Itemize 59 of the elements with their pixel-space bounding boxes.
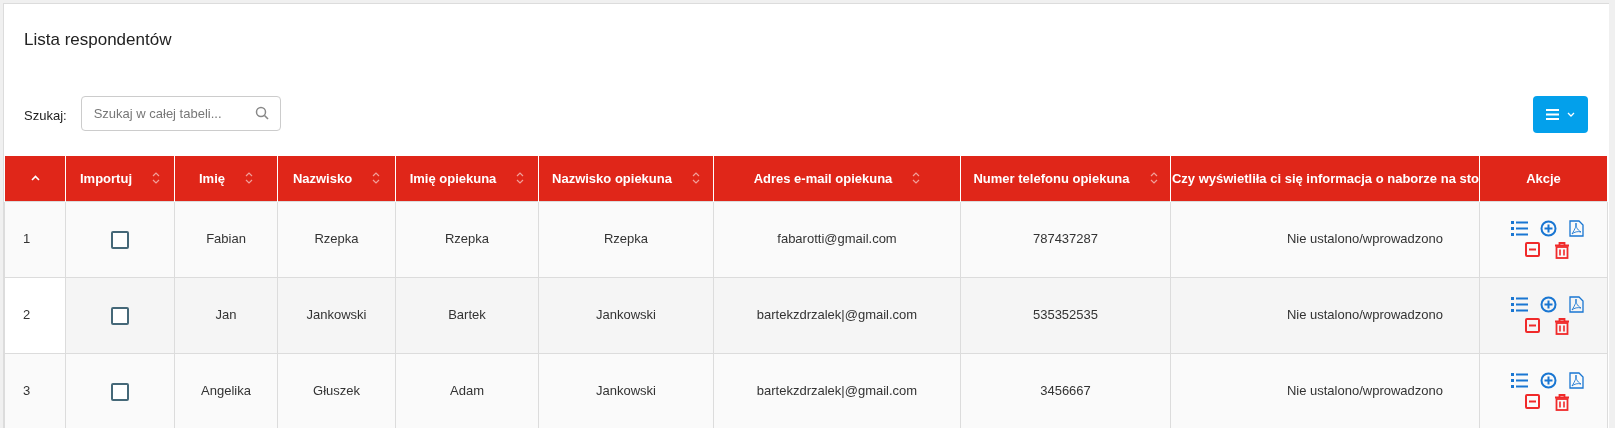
table-cell: Nie ustalono/wprowadzono	[1170, 353, 1480, 428]
table-cell: Rzepka	[277, 201, 396, 277]
pdf-file-icon[interactable]	[1569, 295, 1584, 313]
table-cell: 535352535	[960, 277, 1171, 353]
panel-title: Lista respondentów	[24, 29, 172, 52]
table-cell: Rzepka	[395, 201, 539, 277]
minus-square-icon[interactable]	[1525, 393, 1540, 409]
search-icon	[254, 106, 269, 120]
table-cell: Fabian	[174, 201, 278, 277]
column-header: Akcje	[1479, 156, 1608, 201]
import-checkbox[interactable]	[111, 306, 129, 325]
table-cell: Jankowski	[538, 353, 714, 428]
column-header[interactable]: Adres e-mail opiekuna	[713, 156, 961, 201]
details-list-icon[interactable]	[1511, 219, 1528, 237]
row-number: 1	[4, 201, 66, 277]
table-cell: Nie ustalono/wprowadzono	[1170, 201, 1480, 277]
table-cell: Angelika	[174, 353, 278, 428]
search-field[interactable]: Szukaj w całej tabeli...	[80, 96, 281, 131]
column-header[interactable]: Importuj	[65, 156, 175, 201]
column-header[interactable]: Imię	[174, 156, 278, 201]
column-header: Czy wyświetliła ci się informacja o naborze na sto	[1170, 156, 1480, 201]
caret-icon	[1567, 112, 1575, 117]
menu-button[interactable]	[1533, 96, 1588, 133]
details-list-icon[interactable]	[1511, 295, 1528, 313]
table-cell: bartekzdrzalek|@gmail.com	[713, 353, 961, 428]
delete-icon[interactable]	[1554, 393, 1570, 411]
table-cell: bartekzdrzalek|@gmail.com	[713, 277, 961, 353]
table-cell: 787437287	[960, 201, 1171, 277]
delete-icon[interactable]	[1554, 317, 1570, 335]
search-label: Szukaj:	[24, 107, 67, 125]
column-header[interactable]: Nazwisko opiekuna	[538, 156, 714, 201]
table-cell: fabarotti@gmail.com	[713, 201, 961, 277]
table-cell: Bartek	[395, 277, 539, 353]
table-cell: Jankowski	[538, 277, 714, 353]
column-header[interactable]: Numer telefonu opiekuna	[960, 156, 1171, 201]
table-cell: Nie ustalono/wprowadzono	[1170, 277, 1480, 353]
column-header[interactable]: Nazwisko	[277, 156, 396, 201]
table-cell: Rzepka	[538, 201, 714, 277]
column-header[interactable]	[4, 156, 66, 201]
row-number: 3	[4, 353, 66, 428]
table-cell: Jankowski	[277, 277, 396, 353]
pdf-file-icon[interactable]	[1569, 219, 1584, 237]
add-circle-icon[interactable]	[1540, 295, 1557, 313]
row-number: 2	[4, 277, 66, 353]
table-cell: 3456667	[960, 353, 1171, 428]
table-cell: Jan	[174, 277, 278, 353]
table-cell: Głuszek	[277, 353, 396, 428]
pdf-file-icon[interactable]	[1569, 371, 1584, 389]
add-circle-icon[interactable]	[1540, 371, 1557, 389]
column-header[interactable]: Imię opiekuna	[395, 156, 539, 201]
details-list-icon[interactable]	[1511, 371, 1528, 389]
menu-icon	[1546, 109, 1559, 120]
minus-square-icon[interactable]	[1525, 317, 1540, 333]
delete-icon[interactable]	[1554, 241, 1570, 259]
table-cell: Adam	[395, 353, 539, 428]
minus-square-icon[interactable]	[1525, 241, 1540, 257]
add-circle-icon[interactable]	[1540, 219, 1557, 237]
import-checkbox[interactable]	[111, 382, 129, 401]
import-checkbox[interactable]	[111, 230, 129, 249]
